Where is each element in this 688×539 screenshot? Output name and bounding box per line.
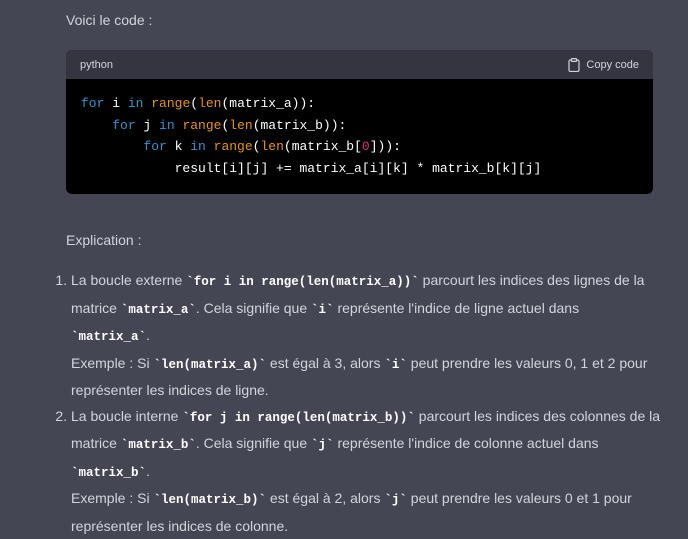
code-token: j — [136, 118, 159, 133]
inline-code: for j in range(len(matrix_b)) — [182, 411, 415, 425]
code-token: len — [229, 118, 252, 133]
intro-text: Voici le code : — [66, 12, 152, 28]
code-token — [206, 139, 214, 154]
inline-code: matrix_a — [121, 303, 196, 317]
item-text: . — [146, 327, 150, 343]
example-text: Exemple : Si — [71, 355, 153, 371]
code-token: for — [81, 96, 104, 111]
code-token: range — [214, 139, 253, 154]
chat-message: Voici le code : python Copy code for i i… — [0, 0, 688, 525]
code-token: result[i][j] += matrix_a[i][k] * matrix_… — [175, 161, 542, 176]
inline-code: len(matrix_a) — [153, 358, 266, 372]
copy-code-button[interactable]: Copy code — [568, 58, 639, 72]
code-line: for j in range(len(matrix_b)): — [81, 115, 653, 137]
inline-code: for i in range(len(matrix_a)) — [186, 275, 419, 289]
code-token: in — [128, 96, 144, 111]
code-token: ( — [190, 96, 198, 111]
clipboard-icon — [568, 58, 580, 72]
code-token: (matrix_a)): — [221, 96, 315, 111]
code-block: python Copy code for i in range(len(matr… — [66, 50, 653, 194]
code-token: for — [112, 118, 135, 133]
code-token: len — [260, 139, 283, 154]
item-text: La boucle interne — [71, 408, 182, 424]
item-text: représente l'indice de colonne actuel da… — [334, 435, 599, 451]
inline-code: j — [384, 493, 407, 507]
inline-code: i — [311, 303, 334, 317]
code-token: for — [143, 139, 166, 154]
code-token: k — [167, 139, 190, 154]
inline-code: j — [311, 438, 334, 452]
code-token: ])): — [370, 139, 401, 154]
item-text: . Cela signifie que — [196, 300, 311, 316]
code-token: len — [198, 96, 221, 111]
code-token: in — [159, 118, 175, 133]
code-token: i — [104, 96, 127, 111]
inline-code: matrix_b — [121, 438, 196, 452]
inline-code: matrix_a — [71, 330, 146, 344]
code-header: python Copy code — [66, 50, 653, 79]
code-token: (matrix_b[ — [284, 139, 362, 154]
inline-code: len(matrix_b) — [153, 493, 266, 507]
code-language-label: python — [80, 59, 113, 71]
code-token: in — [190, 139, 206, 154]
code-token: range — [151, 96, 190, 111]
code-line: result[i][j] += matrix_a[i][k] * matrix_… — [81, 158, 653, 180]
example-text: Exemple : Si — [71, 490, 153, 506]
code-token: 0 — [362, 139, 370, 154]
code-line: for i in range(len(matrix_a)): — [81, 93, 653, 115]
example-text: est égal à 3, alors — [266, 355, 384, 371]
item-text: . — [146, 463, 150, 479]
item-text: représente l'indice de ligne actuel dans — [334, 300, 580, 316]
inline-code: matrix_b — [71, 466, 146, 480]
code-token: (matrix_b)): — [253, 118, 347, 133]
item-text: . Cela signifie que — [196, 435, 311, 451]
example-text: est égal à 2, alors — [266, 490, 384, 506]
inline-code: i — [384, 358, 407, 372]
code-body[interactable]: for i in range(len(matrix_a)): for j in … — [66, 79, 653, 179]
copy-code-label: Copy code — [586, 59, 639, 71]
explication-heading: Explication : — [66, 232, 141, 248]
explanation-list: La boucle externe for i in range(len(mat… — [50, 268, 681, 539]
code-token: range — [182, 118, 221, 133]
item-text: La boucle externe — [71, 272, 186, 288]
list-item: La boucle interne for j in range(len(mat… — [71, 404, 681, 539]
code-line: for k in range(len(matrix_b[0])): — [81, 136, 653, 158]
list-item: La boucle externe for i in range(len(mat… — [71, 268, 681, 404]
